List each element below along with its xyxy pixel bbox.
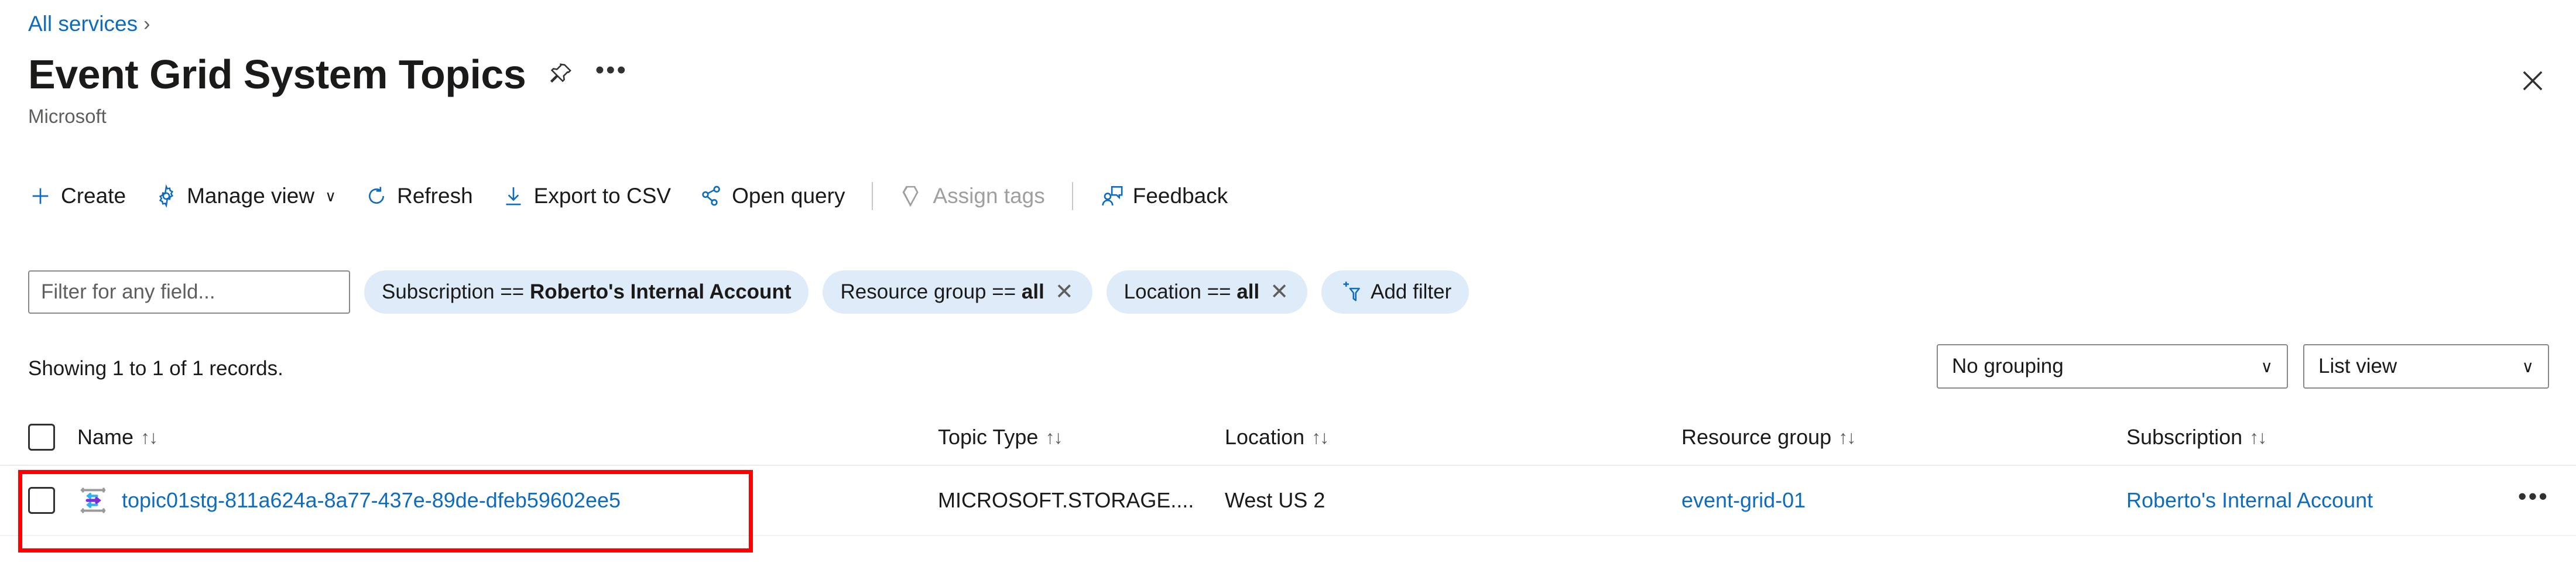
- filter-pill-subscription[interactable]: Subscription == Roberto's Internal Accou…: [364, 270, 809, 314]
- filter-pill-location[interactable]: Location == all ✕: [1107, 270, 1307, 314]
- view-mode-select[interactable]: List view ∨: [2303, 344, 2549, 389]
- create-button[interactable]: Create: [28, 176, 140, 217]
- select-all-checkbox[interactable]: [28, 424, 55, 451]
- plus-icon: [28, 184, 53, 208]
- breadcrumb-separator-icon: ›: [143, 14, 150, 34]
- command-bar: Create Manage view ∨ Refresh Export to C…: [28, 176, 1242, 217]
- resources-table: Name ↑↓ Topic Type ↑↓ Location ↑↓ Resour…: [0, 410, 2576, 536]
- column-header-location-label: Location: [1225, 425, 1304, 449]
- export-to-csv-button[interactable]: Export to CSV: [487, 176, 685, 217]
- download-icon: [501, 184, 526, 208]
- open-query-button[interactable]: Open query: [685, 176, 859, 217]
- gear-icon: [154, 184, 179, 208]
- page-more-actions-icon[interactable]: •••: [596, 59, 626, 90]
- manage-view-button[interactable]: Manage view ∨: [140, 176, 350, 217]
- sort-icon: ↑↓: [1045, 427, 1061, 448]
- grouping-select-value: No grouping: [1952, 355, 2235, 378]
- filter-pill-subscription-text: Subscription == Roberto's Internal Accou…: [382, 280, 791, 304]
- assign-tags-label: Assign tags: [933, 184, 1044, 208]
- chevron-down-icon: ∨: [325, 187, 336, 205]
- feedback-label: Feedback: [1133, 184, 1228, 208]
- pin-icon[interactable]: [546, 59, 576, 90]
- filter-bar: Subscription == Roberto's Internal Accou…: [28, 270, 1469, 314]
- page-subtitle: Microsoft: [28, 105, 107, 128]
- toolbar-divider-2: [1072, 182, 1073, 210]
- toolbar-divider: [872, 182, 873, 210]
- breadcrumb: All services ›: [28, 13, 150, 35]
- row-select-checkbox[interactable]: [28, 487, 55, 514]
- assign-tags-button: Assign tags: [886, 176, 1059, 217]
- column-header-subscription-label: Subscription: [2126, 425, 2242, 449]
- refresh-label: Refresh: [397, 184, 473, 208]
- column-header-name[interactable]: Name ↑↓: [77, 425, 938, 449]
- remove-filter-location-icon[interactable]: ✕: [1269, 281, 1290, 303]
- table-header-row: Name ↑↓ Topic Type ↑↓ Location ↑↓ Resour…: [0, 410, 2576, 466]
- chevron-down-icon: ∨: [2522, 357, 2534, 376]
- refresh-icon: [364, 184, 389, 208]
- add-filter-icon: [1339, 280, 1364, 304]
- filter-pill-resource-group[interactable]: Resource group == all ✕: [823, 270, 1092, 314]
- column-header-topic-type[interactable]: Topic Type ↑↓: [938, 425, 1225, 449]
- event-grid-system-topic-icon: [77, 485, 109, 516]
- page-header: Event Grid System Topics •••: [28, 54, 626, 95]
- chevron-down-icon: ∨: [2261, 357, 2273, 376]
- page-title: Event Grid System Topics: [28, 54, 526, 95]
- add-filter-button[interactable]: Add filter: [1321, 270, 1469, 314]
- column-header-name-label: Name: [77, 425, 133, 449]
- column-header-location[interactable]: Location ↑↓: [1225, 425, 1681, 449]
- manage-view-label: Manage view: [187, 184, 314, 208]
- grouping-select[interactable]: No grouping ∨: [1937, 344, 2288, 389]
- filter-pill-location-text: Location == all: [1124, 280, 1260, 304]
- column-header-subscription[interactable]: Subscription ↑↓: [2126, 425, 2549, 449]
- subscription-link[interactable]: Roberto's Internal Account: [2126, 488, 2373, 512]
- export-to-csv-label: Export to CSV: [534, 184, 671, 208]
- search-input[interactable]: [28, 270, 350, 314]
- cell-resource-group: event-grid-01: [1681, 488, 2126, 513]
- breadcrumb-all-services-link[interactable]: All services: [28, 13, 138, 35]
- remove-filter-resource-group-icon[interactable]: ✕: [1054, 281, 1075, 303]
- column-header-topic-type-label: Topic Type: [938, 425, 1038, 449]
- feedback-button[interactable]: Feedback: [1086, 176, 1242, 217]
- row-context-menu-icon[interactable]: •••: [2518, 492, 2549, 510]
- view-options: No grouping ∨ List view ∨: [1937, 344, 2549, 389]
- feedback-icon: [1100, 184, 1125, 208]
- sort-icon: ↑↓: [1838, 427, 1855, 448]
- close-icon[interactable]: [2516, 64, 2549, 97]
- query-graph-icon: [699, 184, 724, 208]
- cell-topic-type: MICROSOFT.STORAGE....: [938, 488, 1225, 513]
- view-mode-select-value: List view: [2318, 355, 2496, 378]
- create-label: Create: [61, 184, 126, 208]
- sort-icon: ↑↓: [2249, 427, 2266, 448]
- records-count: Showing 1 to 1 of 1 records.: [28, 357, 283, 380]
- sort-icon: ↑↓: [1311, 427, 1328, 448]
- cell-name: topic01stg-811a624a-8a77-437e-89de-dfeb5…: [77, 485, 938, 516]
- cell-subscription: Roberto's Internal Account: [2126, 488, 2518, 513]
- column-header-resource-group[interactable]: Resource group ↑↓: [1681, 425, 2126, 449]
- filter-pill-resource-group-text: Resource group == all: [840, 280, 1044, 304]
- sort-icon: ↑↓: [141, 427, 157, 448]
- tag-icon: [900, 184, 924, 208]
- column-header-resource-group-label: Resource group: [1681, 425, 1831, 449]
- cell-location: West US 2: [1225, 488, 1681, 513]
- refresh-button[interactable]: Refresh: [350, 176, 487, 217]
- resource-name-link[interactable]: topic01stg-811a624a-8a77-437e-89de-dfeb5…: [122, 488, 621, 513]
- resource-group-link[interactable]: event-grid-01: [1681, 488, 1806, 512]
- table-row[interactable]: topic01stg-811a624a-8a77-437e-89de-dfeb5…: [0, 466, 2576, 536]
- open-query-label: Open query: [732, 184, 845, 208]
- add-filter-label: Add filter: [1371, 280, 1451, 304]
